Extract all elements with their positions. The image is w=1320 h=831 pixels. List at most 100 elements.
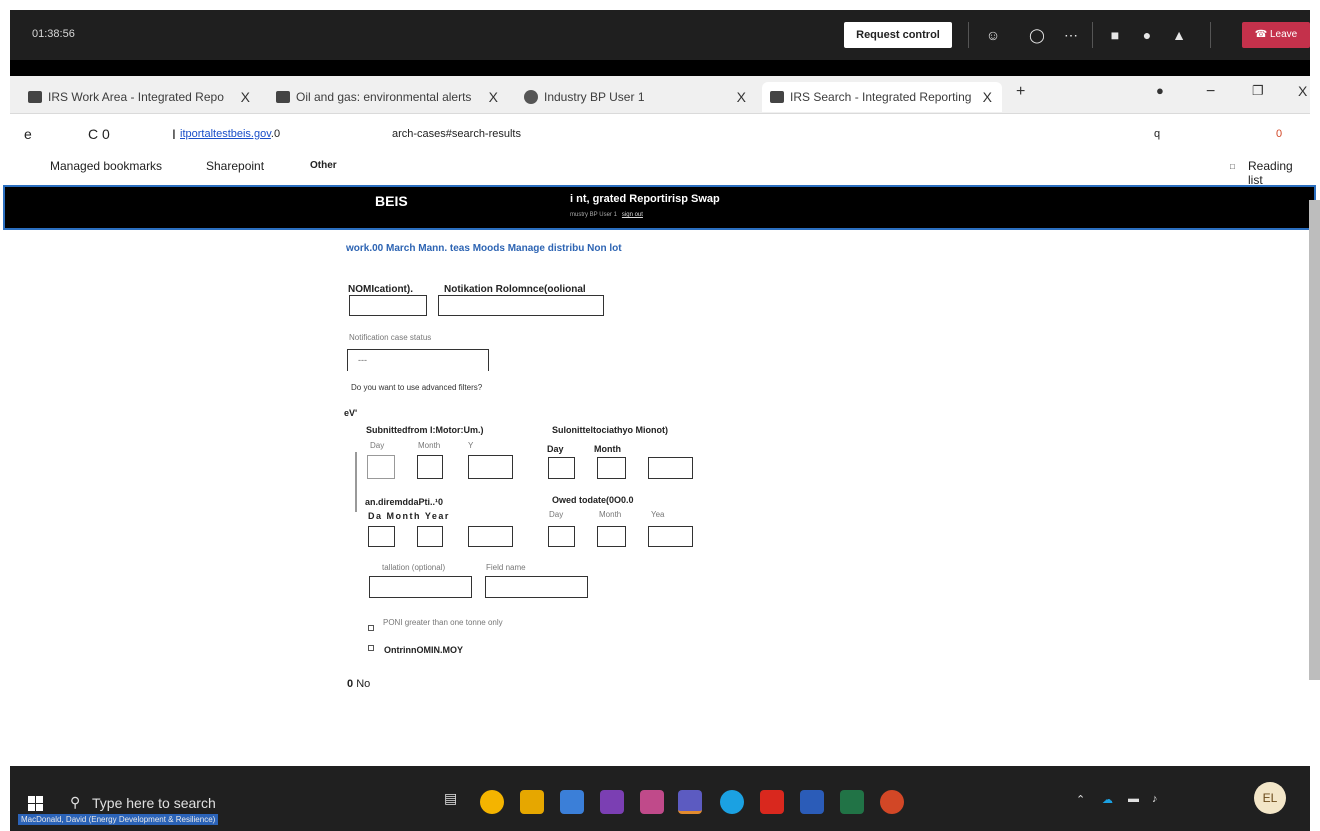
- ontrinn-checkbox[interactable]: [368, 645, 374, 651]
- advanced-filters-question: Do you want to use advanced filters?: [351, 383, 483, 392]
- notification-id-input[interactable]: [349, 295, 427, 316]
- tab-irs-search[interactable]: IRS Search - Integrated Reporting X: [762, 82, 1002, 112]
- presenter-tooltip: MacDonald, David (Energy Development & R…: [18, 814, 219, 825]
- teams-icon[interactable]: [678, 790, 702, 814]
- camera-off-icon[interactable]: ■: [1104, 24, 1126, 46]
- incident-to-day-input[interactable]: [548, 526, 575, 547]
- year-label: Y: [468, 441, 474, 450]
- service-name[interactable]: i nt, grated Reportirisp Swap: [570, 193, 720, 205]
- address-separator: I: [172, 126, 176, 142]
- close-tab-icon[interactable]: X: [737, 82, 746, 112]
- close-tab-icon[interactable]: X: [241, 82, 250, 112]
- submitted-to-month-input[interactable]: [597, 457, 626, 479]
- avatar[interactable]: EL: [1254, 782, 1286, 814]
- user-name: mustry BP User 1: [570, 212, 617, 218]
- tab-industry-user[interactable]: Industry BP User 1 X: [516, 82, 756, 112]
- leave-label: Leave: [1269, 29, 1298, 40]
- site-nav[interactable]: work.00 March Mann. teas Moods Manage di…: [346, 243, 622, 254]
- onenote-icon[interactable]: [600, 790, 624, 814]
- case-status-select[interactable]: ---: [347, 349, 489, 371]
- extension-badge[interactable]: 0: [1276, 128, 1282, 140]
- url-field[interactable]: itportaltestbeis.gov.0: [180, 128, 280, 140]
- close-tab-icon[interactable]: X: [489, 82, 498, 112]
- more-icon[interactable]: ⋯: [1060, 24, 1082, 46]
- chevron-up-icon[interactable]: ⌃: [1076, 793, 1085, 806]
- to-day-label: Day: [547, 444, 564, 454]
- reload-button[interactable]: C 0: [88, 126, 110, 142]
- installation-input[interactable]: [369, 576, 472, 598]
- notification-ref-input[interactable]: [438, 295, 604, 316]
- bookmark-managed[interactable]: Managed bookmarks: [50, 159, 162, 173]
- submitted-from-label: Subnittedfrom I:Motor:Um.): [366, 425, 484, 435]
- submitted-from-year-input[interactable]: [468, 455, 513, 479]
- word-icon[interactable]: [800, 790, 824, 814]
- tab-label: Oil and gas: environmental alerts: [296, 90, 472, 104]
- reading-list-icon[interactable]: □: [1230, 162, 1235, 171]
- incident-from-day-input[interactable]: [368, 526, 395, 547]
- snipping-tool-icon[interactable]: [640, 790, 664, 814]
- advanced-yes-option[interactable]: eV': [344, 408, 357, 418]
- edge-icon[interactable]: [720, 790, 744, 814]
- tab-irs-work-area[interactable]: IRS Work Area - Integrated Repo X: [20, 82, 260, 112]
- outlook-icon[interactable]: [560, 790, 584, 814]
- new-tab-button[interactable]: +: [1016, 83, 1025, 101]
- submitted-from-month-input[interactable]: [417, 455, 443, 479]
- network-icon[interactable]: ▬: [1128, 793, 1139, 805]
- field-name-label: Field name: [486, 563, 526, 572]
- meeting-toolbar: 01:38:56 Request control ☺ ◯ ⋯ ■ ● ▲ ☎ L…: [10, 10, 1310, 60]
- url-link[interactable]: itportaltestbeis.gov: [180, 128, 271, 140]
- bookmark-sharepoint[interactable]: Sharepoint: [206, 159, 264, 173]
- submitted-from-day-input[interactable]: [367, 455, 395, 479]
- globe-icon: [524, 89, 538, 104]
- back-button[interactable]: e: [24, 126, 32, 142]
- close-tab-icon[interactable]: X: [983, 82, 992, 112]
- submitted-to-day-input[interactable]: [548, 457, 575, 479]
- address-bar: e C 0 I itportaltestbeis.gov.0 arch-case…: [10, 114, 1310, 154]
- beis-logo[interactable]: BEIS: [375, 193, 408, 209]
- bookmark-other[interactable]: Other: [310, 160, 337, 171]
- incident-to-month-input[interactable]: [597, 526, 626, 547]
- tab-oil-gas-alerts[interactable]: Oil and gas: environmental alerts X: [268, 82, 508, 112]
- windows-taskbar: ⚲ Type here to search MacDonald, David (…: [10, 766, 1310, 831]
- scrollbar[interactable]: [1309, 200, 1320, 680]
- tab-label: IRS Search - Integrated Reporting: [790, 90, 972, 104]
- acrobat-icon[interactable]: [760, 790, 784, 814]
- no-label: No: [356, 678, 371, 690]
- url-path[interactable]: arch-cases#search-results: [392, 128, 521, 140]
- profile-icon[interactable]: ●: [1156, 83, 1164, 98]
- chrome-icon[interactable]: [480, 790, 504, 814]
- volume-icon[interactable]: ♪: [1152, 793, 1158, 805]
- close-window-button[interactable]: X: [1298, 83, 1307, 99]
- restore-button[interactable]: ❐: [1252, 83, 1264, 99]
- date-parts-label: Da Month Year: [368, 511, 450, 521]
- leave-button[interactable]: ☎ Leave: [1242, 22, 1310, 48]
- file-explorer-icon[interactable]: [520, 790, 544, 814]
- powerpoint-icon[interactable]: [880, 790, 904, 814]
- tab-label: IRS Work Area - Integrated Repo: [48, 90, 224, 104]
- poni-checkbox[interactable]: [368, 625, 374, 631]
- advanced-no-option[interactable]: 0 No: [347, 678, 370, 690]
- site-favicon-icon: [28, 90, 42, 103]
- share-icon[interactable]: ▲: [1168, 24, 1190, 46]
- field-name-input[interactable]: [485, 576, 588, 598]
- chat-icon[interactable]: ◯: [1026, 24, 1048, 46]
- reading-list[interactable]: Reading list: [1248, 159, 1310, 187]
- windows-start-icon[interactable]: [28, 796, 44, 812]
- year-label: Yea: [651, 510, 665, 519]
- people-icon[interactable]: ☺: [982, 24, 1004, 46]
- mic-icon[interactable]: ●: [1136, 24, 1158, 46]
- search-in-page-icon[interactable]: q: [1154, 128, 1160, 140]
- case-status-label: Notification case status: [349, 333, 432, 342]
- task-view-icon[interactable]: ▤: [444, 790, 457, 807]
- sign-out-link[interactable]: sign out: [622, 212, 643, 218]
- submitted-to-year-input[interactable]: [648, 457, 693, 479]
- onedrive-icon[interactable]: ☁: [1102, 793, 1113, 806]
- request-control-button[interactable]: Request control: [844, 22, 952, 48]
- minimize-button[interactable]: −: [1206, 83, 1215, 101]
- incident-to-year-input[interactable]: [648, 526, 693, 547]
- incident-from-month-input[interactable]: [417, 526, 443, 547]
- search-icon: ⚲: [70, 794, 81, 810]
- search-placeholder: Type here to search: [92, 795, 216, 811]
- excel-icon[interactable]: [840, 790, 864, 814]
- incident-from-year-input[interactable]: [468, 526, 513, 547]
